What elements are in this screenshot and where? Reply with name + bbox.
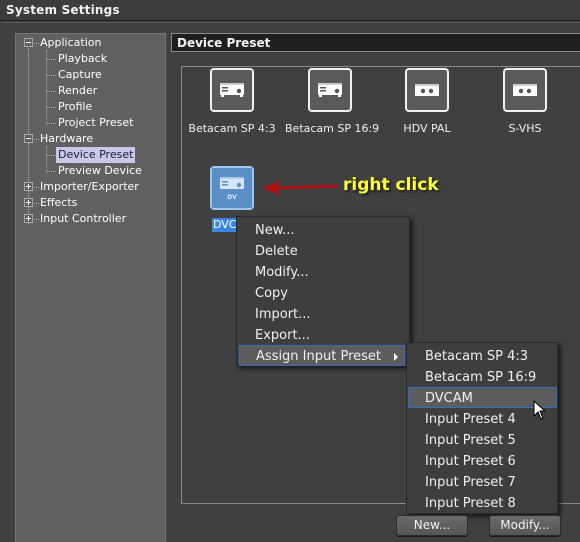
collapse-icon[interactable] [24,38,33,47]
menu-item-modify[interactable]: Modify... [237,262,409,283]
expand-icon[interactable] [24,214,33,223]
submenu-item-betacam-sp-4-3[interactable]: Betacam SP 4:3 [407,346,557,367]
settings-tree: Application Playback Capture Render Prof… [15,33,166,542]
preset-hdv-pal[interactable]: HDV PAL [382,68,472,135]
menu-item-import[interactable]: Import... [237,304,409,325]
expand-icon[interactable] [24,198,33,207]
new-button[interactable]: New... [396,515,468,536]
modify-button[interactable]: Modify... [489,515,561,536]
cassette-icon [503,68,547,112]
submenu-item-input-preset-5[interactable]: Input Preset 5 [407,430,557,451]
cassette-icon [405,68,449,112]
preset-dvcam[interactable]: DV [210,166,254,210]
submenu-item-input-preset-6[interactable]: Input Preset 6 [407,451,557,472]
submenu-item-betacam-sp-16-9[interactable]: Betacam SP 16:9 [407,367,557,388]
menu-item-copy[interactable]: Copy [237,283,409,304]
window-title: System Settings [6,3,120,17]
title-bar: System Settings [0,0,580,21]
preset-betacam-sp-4-3[interactable]: Betacam SP 4:3 [187,68,277,135]
menu-item-assign-input-preset[interactable]: Assign Input Preset [239,345,405,366]
assign-input-preset-submenu: Betacam SP 4:3 Betacam SP 16:9 DVCAM Inp… [406,342,558,514]
dv-badge: DV [227,194,237,201]
preset-betacam-sp-16-9[interactable]: Betacam SP 16:9 [285,68,379,135]
collapse-icon[interactable] [24,134,33,143]
tree-connector [46,50,47,124]
annotation-arrow-icon [262,181,339,195]
menu-item-export[interactable]: Export... [237,325,409,346]
context-menu: New... Delete Modify... Copy Import... E… [236,216,410,366]
panel-header: Device Preset [171,33,580,52]
preset-dvcam-label: DVCAM [212,218,236,232]
deck-icon [210,68,254,112]
menu-item-new[interactable]: New... [237,220,409,241]
panel-title: Device Preset [177,36,271,50]
mouse-cursor-icon [533,400,547,420]
submenu-item-input-preset-8[interactable]: Input Preset 8 [407,493,557,514]
annotation-text: right click [343,175,439,195]
preset-s-vhs[interactable]: S-VHS [480,68,570,135]
deck-icon [220,177,244,189]
expand-icon[interactable] [24,182,33,191]
submenu-item-input-preset-7[interactable]: Input Preset 7 [407,472,557,493]
deck-icon [308,68,352,112]
submenu-arrow-icon [394,353,398,361]
menu-item-delete[interactable]: Delete [237,241,409,262]
tree-connector [46,146,47,172]
